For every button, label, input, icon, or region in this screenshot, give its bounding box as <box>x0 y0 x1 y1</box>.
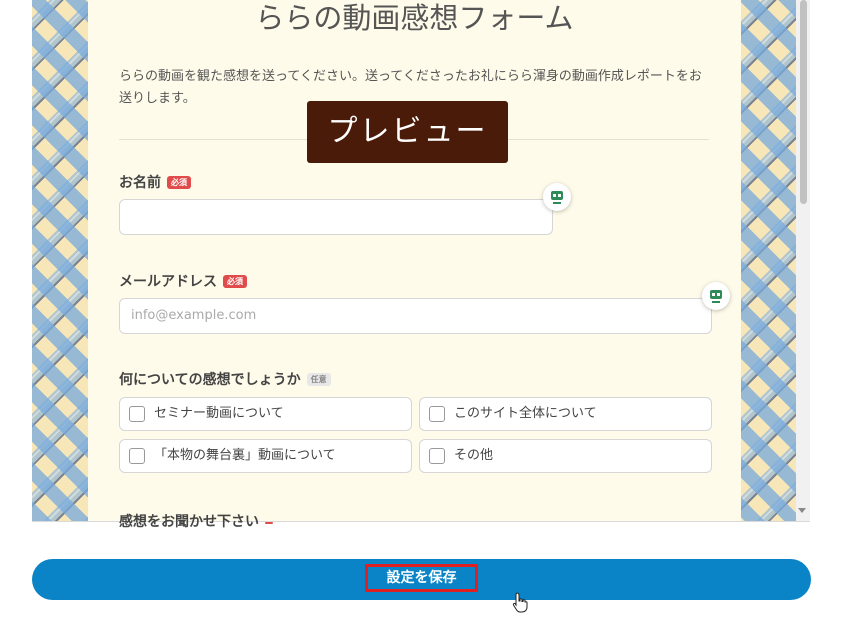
email-field-label: メールアドレス 必須 <box>119 271 247 291</box>
robot-icon[interactable] <box>543 183 571 211</box>
name-input[interactable] <box>119 199 553 235</box>
save-settings-label[interactable]: 設定を保存 <box>365 564 478 592</box>
checkbox-icon[interactable] <box>129 448 145 464</box>
form-title: ららの動画感想フォーム <box>255 1 574 35</box>
checkbox-option[interactable]: その他 <box>419 439 712 473</box>
scrollbar-thumb[interactable] <box>800 0 807 204</box>
email-label-text: メールアドレス <box>119 274 217 290</box>
name-label-text: お名前 <box>119 175 161 191</box>
preview-badge: プレビュー <box>307 101 508 163</box>
option-label: このサイト全体について <box>454 406 597 421</box>
checkbox-option[interactable]: 「本物の舞台裏」動画について <box>119 439 412 473</box>
checkbox-option[interactable]: このサイト全体について <box>419 397 712 431</box>
robot-icon[interactable] <box>702 282 730 310</box>
feedback-field-label: 感想をお聞かせ下さい <box>119 511 273 531</box>
required-badge <box>265 522 273 524</box>
email-input[interactable]: info@example.com <box>119 298 712 334</box>
optional-badge: 任意 <box>306 373 331 386</box>
checkbox-icon[interactable] <box>429 448 445 464</box>
option-label: その他 <box>454 448 494 463</box>
feedback-label-text: 感想をお聞かせ下さい <box>119 514 259 530</box>
name-field-label: お名前 必須 <box>119 172 191 192</box>
form-panel: ららの動画感想フォーム ららの動画を観た感想を送ってください。送ってくださったお… <box>88 0 741 530</box>
required-badge: 必須 <box>167 176 191 189</box>
hand-pointer-icon <box>512 592 528 613</box>
option-label: セミナー動画について <box>154 406 284 421</box>
topic-question-label: 何についての感想でしょうか 任意 <box>119 369 331 389</box>
topic-label-text: 何についての感想でしょうか <box>119 372 301 388</box>
checkbox-icon[interactable] <box>429 406 445 422</box>
option-label: 「本物の舞台裏」動画について <box>154 448 336 463</box>
checkbox-option[interactable]: セミナー動画について <box>119 397 412 431</box>
required-badge: 必須 <box>223 275 247 288</box>
checkbox-icon[interactable] <box>129 406 145 422</box>
scroll-down-arrow-icon[interactable] <box>798 508 806 513</box>
